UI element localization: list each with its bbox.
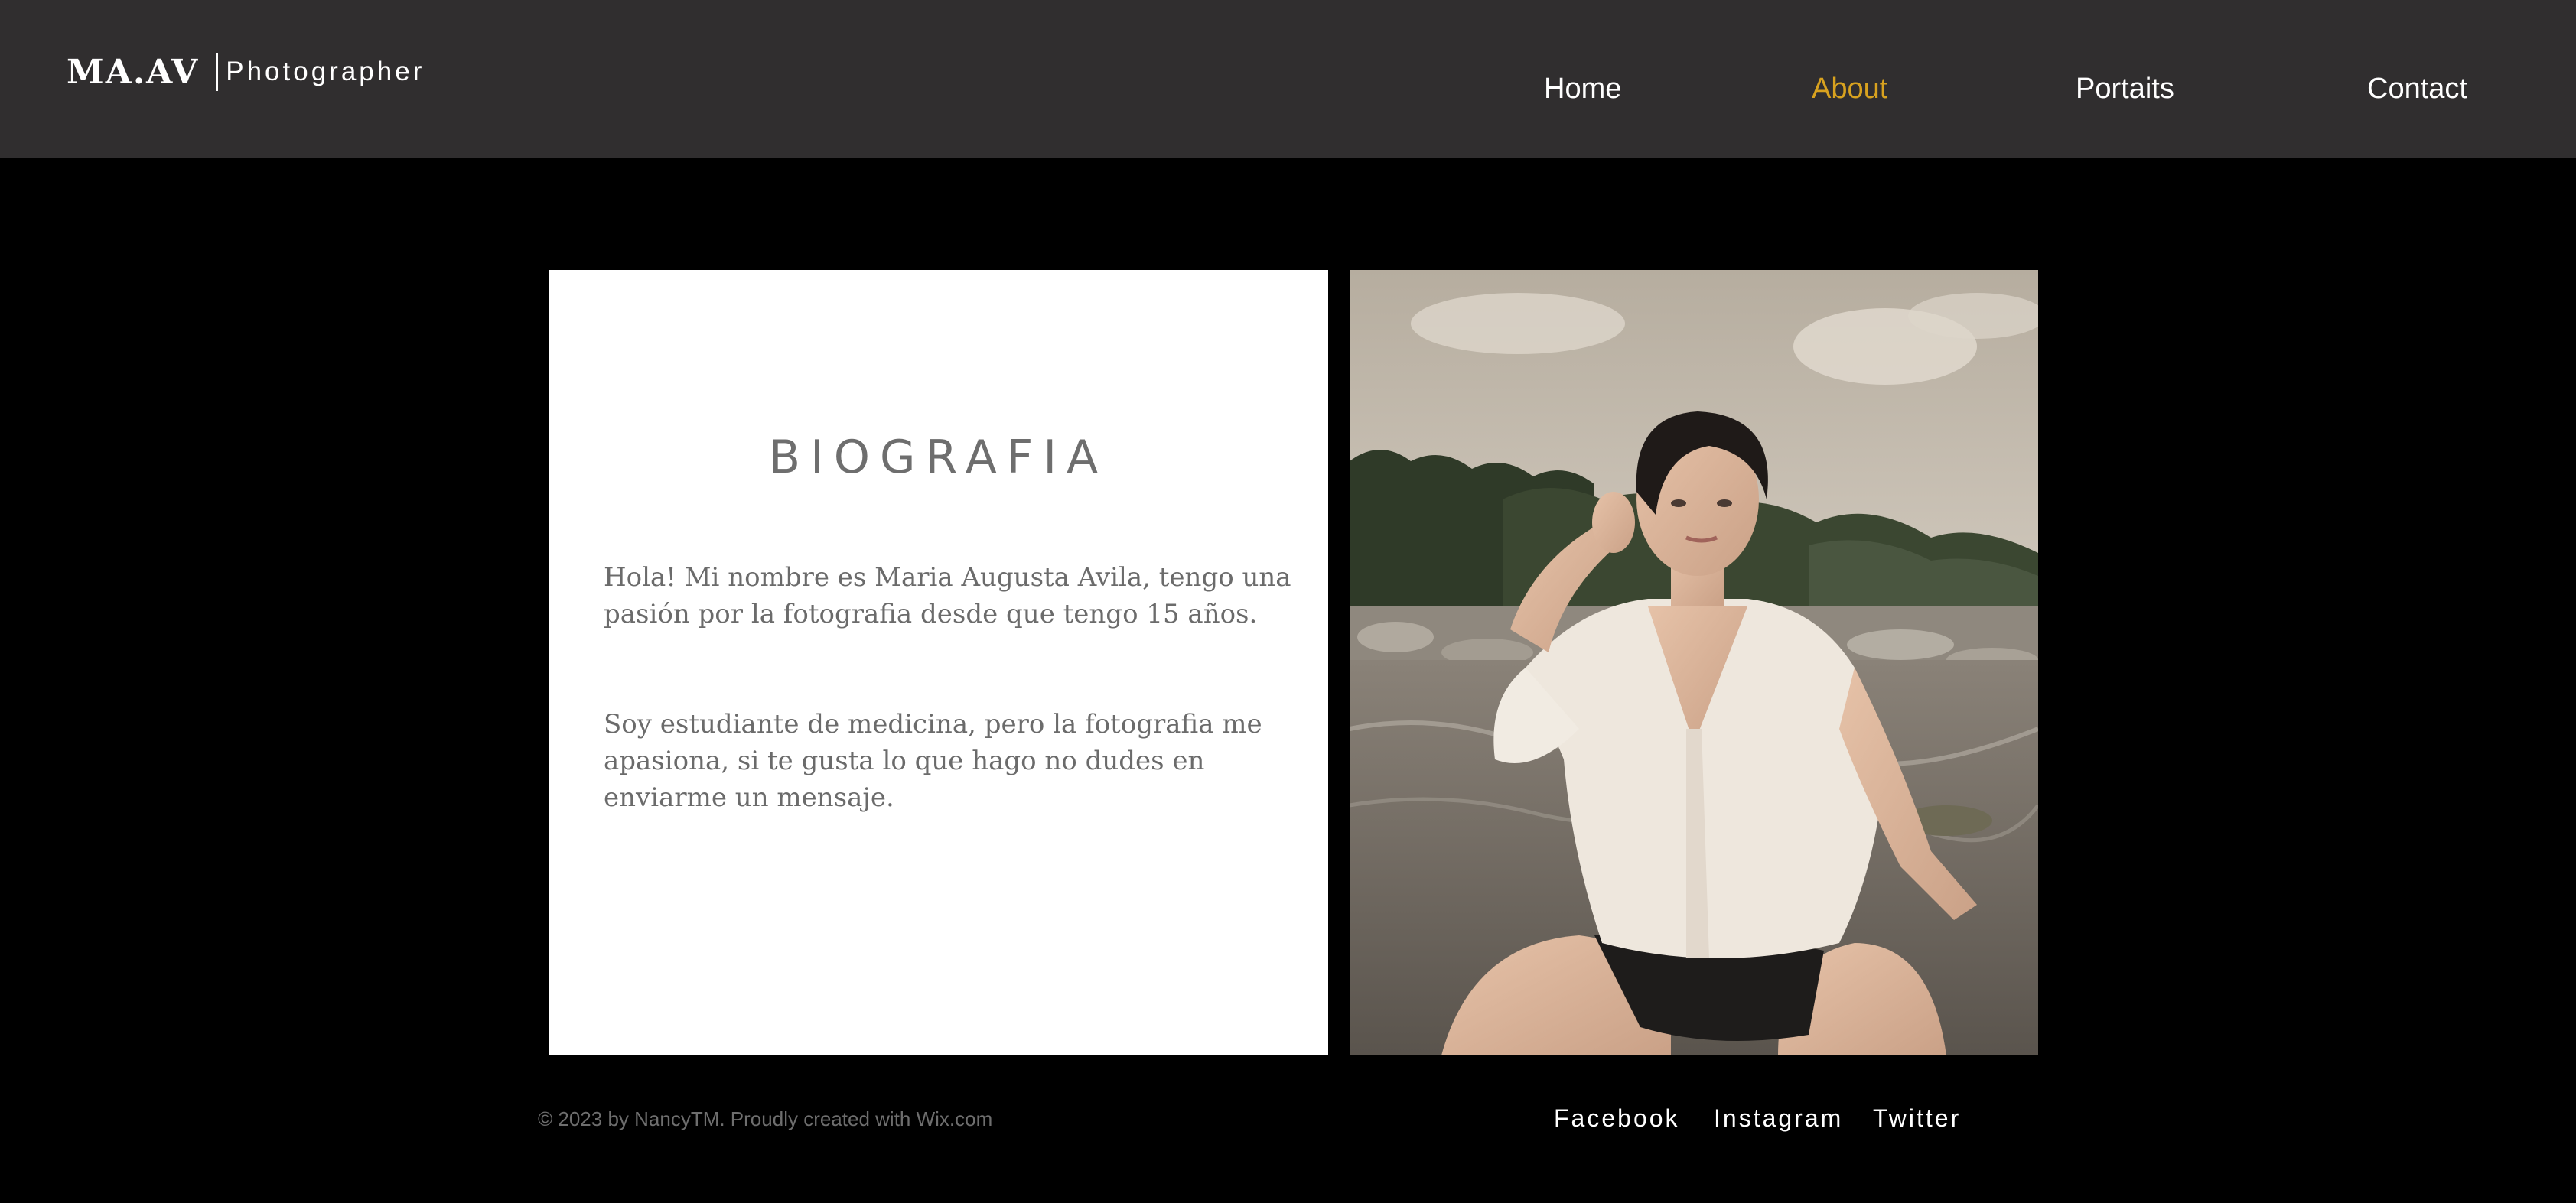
nav-contact[interactable]: Contact [2367, 73, 2467, 106]
social-instagram-link[interactable]: Instagram [1714, 1104, 1843, 1133]
brand-name[interactable]: MA.AV [67, 53, 199, 92]
biography-title: BIOGRAFIA [768, 431, 1109, 484]
site-header: MA.AV Photographer Home About Portaits C… [0, 0, 2576, 158]
biography-paragraph-2: Soy estudiante de medicina, pero la foto… [604, 709, 1262, 813]
portrait-photo [1350, 270, 2038, 1055]
copyright-text: © 2023 by NancyTM. Proudly created with … [538, 1107, 993, 1130]
nav-portraits[interactable]: Portaits [2076, 73, 2174, 106]
biography-panel: BIOGRAFIA Hola! Mi nombre es Maria Augus… [549, 270, 1328, 1055]
nav-home[interactable]: Home [1544, 73, 1621, 106]
nav-about[interactable]: About [1812, 73, 1887, 106]
brand-logo[interactable]: MA.AV Photographer [67, 49, 425, 95]
biography-paragraph-1: Hola! Mi nombre es Maria Augusta Avila, … [604, 562, 1291, 629]
brand-divider [216, 53, 219, 91]
brand-tagline: Photographer [226, 57, 425, 86]
social-twitter-link[interactable]: Twitter [1873, 1104, 1961, 1133]
social-facebook-link[interactable]: Facebook [1554, 1104, 1680, 1133]
portrait-photo-image [1350, 270, 2038, 1055]
